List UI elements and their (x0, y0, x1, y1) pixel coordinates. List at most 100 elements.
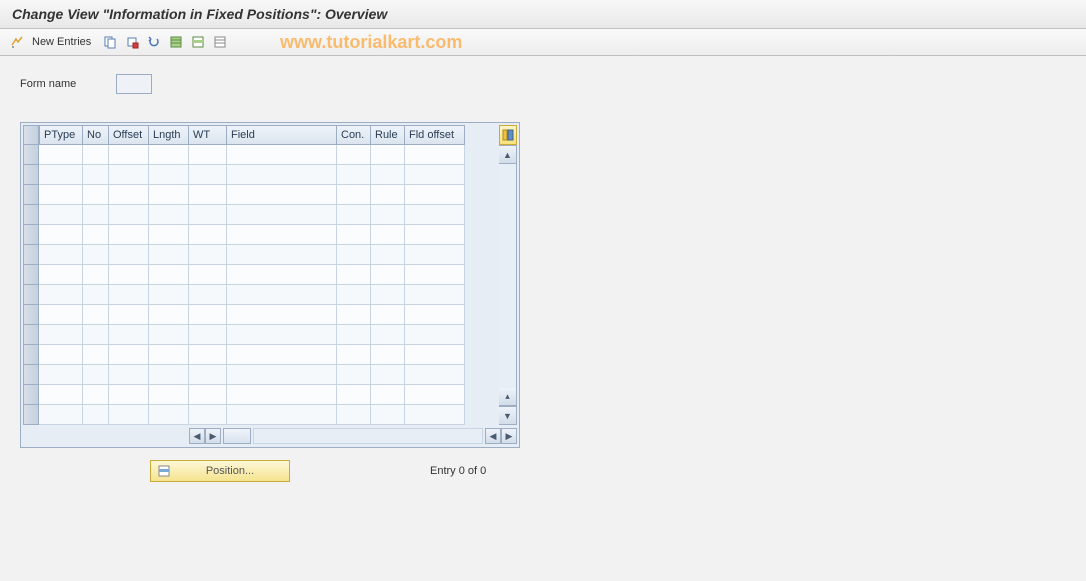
col-no[interactable]: No (83, 125, 109, 145)
table-cell[interactable] (39, 285, 83, 305)
table-cell[interactable] (405, 345, 465, 365)
row-selector[interactable] (23, 165, 39, 185)
table-row[interactable] (39, 205, 499, 225)
table-cell[interactable] (371, 205, 405, 225)
table-cell[interactable] (109, 245, 149, 265)
table-cell[interactable] (109, 305, 149, 325)
table-config-icon[interactable] (499, 125, 517, 145)
table-cell[interactable] (227, 305, 337, 325)
select-all-icon[interactable] (167, 33, 185, 51)
row-selector[interactable] (23, 245, 39, 265)
table-cell[interactable] (109, 365, 149, 385)
table-row[interactable] (39, 265, 499, 285)
scroll-track[interactable] (499, 164, 516, 388)
table-cell[interactable] (149, 225, 189, 245)
table-cell[interactable] (189, 305, 227, 325)
table-cell[interactable] (83, 365, 109, 385)
table-cell[interactable] (371, 345, 405, 365)
table-cell[interactable] (109, 225, 149, 245)
col-wt[interactable]: WT (189, 125, 227, 145)
row-selector[interactable] (23, 145, 39, 165)
table-cell[interactable] (149, 165, 189, 185)
table-cell[interactable] (109, 345, 149, 365)
row-selector[interactable] (23, 185, 39, 205)
table-cell[interactable] (149, 405, 189, 425)
table-cell[interactable] (149, 345, 189, 365)
col-fldoffset[interactable]: Fld offset (405, 125, 465, 145)
scroll-thumb[interactable] (223, 428, 251, 444)
table-cell[interactable] (337, 265, 371, 285)
table-cell[interactable] (109, 165, 149, 185)
table-cell[interactable] (227, 385, 337, 405)
table-cell[interactable] (405, 325, 465, 345)
table-cell[interactable] (227, 205, 337, 225)
table-cell[interactable] (83, 305, 109, 325)
table-cell[interactable] (83, 225, 109, 245)
table-cell[interactable] (149, 265, 189, 285)
table-cell[interactable] (227, 165, 337, 185)
table-row[interactable] (39, 165, 499, 185)
table-cell[interactable] (39, 305, 83, 325)
table-cell[interactable] (405, 145, 465, 165)
vertical-scrollbar[interactable]: ▲ ▴ ▼ (499, 145, 517, 425)
table-row[interactable] (39, 225, 499, 245)
table-cell[interactable] (371, 165, 405, 185)
table-row[interactable] (39, 305, 499, 325)
table-cell[interactable] (109, 385, 149, 405)
table-cell[interactable] (405, 365, 465, 385)
row-selector[interactable] (23, 205, 39, 225)
table-cell[interactable] (83, 205, 109, 225)
table-cell[interactable] (149, 205, 189, 225)
table-cell[interactable] (39, 405, 83, 425)
table-cell[interactable] (227, 285, 337, 305)
table-cell[interactable] (149, 365, 189, 385)
table-cell[interactable] (405, 285, 465, 305)
table-cell[interactable] (371, 185, 405, 205)
hscroll-track[interactable] (253, 428, 483, 444)
table-cell[interactable] (371, 365, 405, 385)
table-cell[interactable] (83, 345, 109, 365)
table-cell[interactable] (405, 225, 465, 245)
table-cell[interactable] (189, 385, 227, 405)
col-offset[interactable]: Offset (109, 125, 149, 145)
table-cell[interactable] (39, 205, 83, 225)
scroll-down-small-icon[interactable]: ▴ (499, 388, 516, 406)
scroll-right2-icon[interactable]: ▶ (501, 428, 517, 444)
table-cell[interactable] (149, 145, 189, 165)
table-row[interactable] (39, 285, 499, 305)
table-cell[interactable] (109, 185, 149, 205)
table-cell[interactable] (39, 325, 83, 345)
table-cell[interactable] (405, 205, 465, 225)
table-cell[interactable] (189, 165, 227, 185)
col-con[interactable]: Con. (337, 125, 371, 145)
table-cell[interactable] (83, 185, 109, 205)
row-selector[interactable] (23, 265, 39, 285)
copy-icon[interactable] (101, 33, 119, 51)
position-button[interactable]: Position... (150, 460, 290, 482)
table-cell[interactable] (337, 405, 371, 425)
table-cell[interactable] (337, 325, 371, 345)
table-cell[interactable] (189, 245, 227, 265)
row-selector[interactable] (23, 345, 39, 365)
table-cell[interactable] (405, 385, 465, 405)
table-cell[interactable] (149, 305, 189, 325)
row-selector[interactable] (23, 225, 39, 245)
table-cell[interactable] (189, 345, 227, 365)
row-selector[interactable] (23, 325, 39, 345)
table-cell[interactable] (405, 165, 465, 185)
table-cell[interactable] (337, 225, 371, 245)
row-selector[interactable] (23, 285, 39, 305)
table-cell[interactable] (227, 265, 337, 285)
table-cell[interactable] (149, 245, 189, 265)
table-cell[interactable] (371, 285, 405, 305)
table-row[interactable] (39, 325, 499, 345)
table-cell[interactable] (227, 365, 337, 385)
table-cell[interactable] (337, 365, 371, 385)
table-cell[interactable] (371, 145, 405, 165)
table-cell[interactable] (83, 325, 109, 345)
table-cell[interactable] (227, 345, 337, 365)
scroll-right-icon[interactable]: ▶ (205, 428, 221, 444)
table-cell[interactable] (405, 305, 465, 325)
table-cell[interactable] (39, 185, 83, 205)
table-cell[interactable] (39, 345, 83, 365)
